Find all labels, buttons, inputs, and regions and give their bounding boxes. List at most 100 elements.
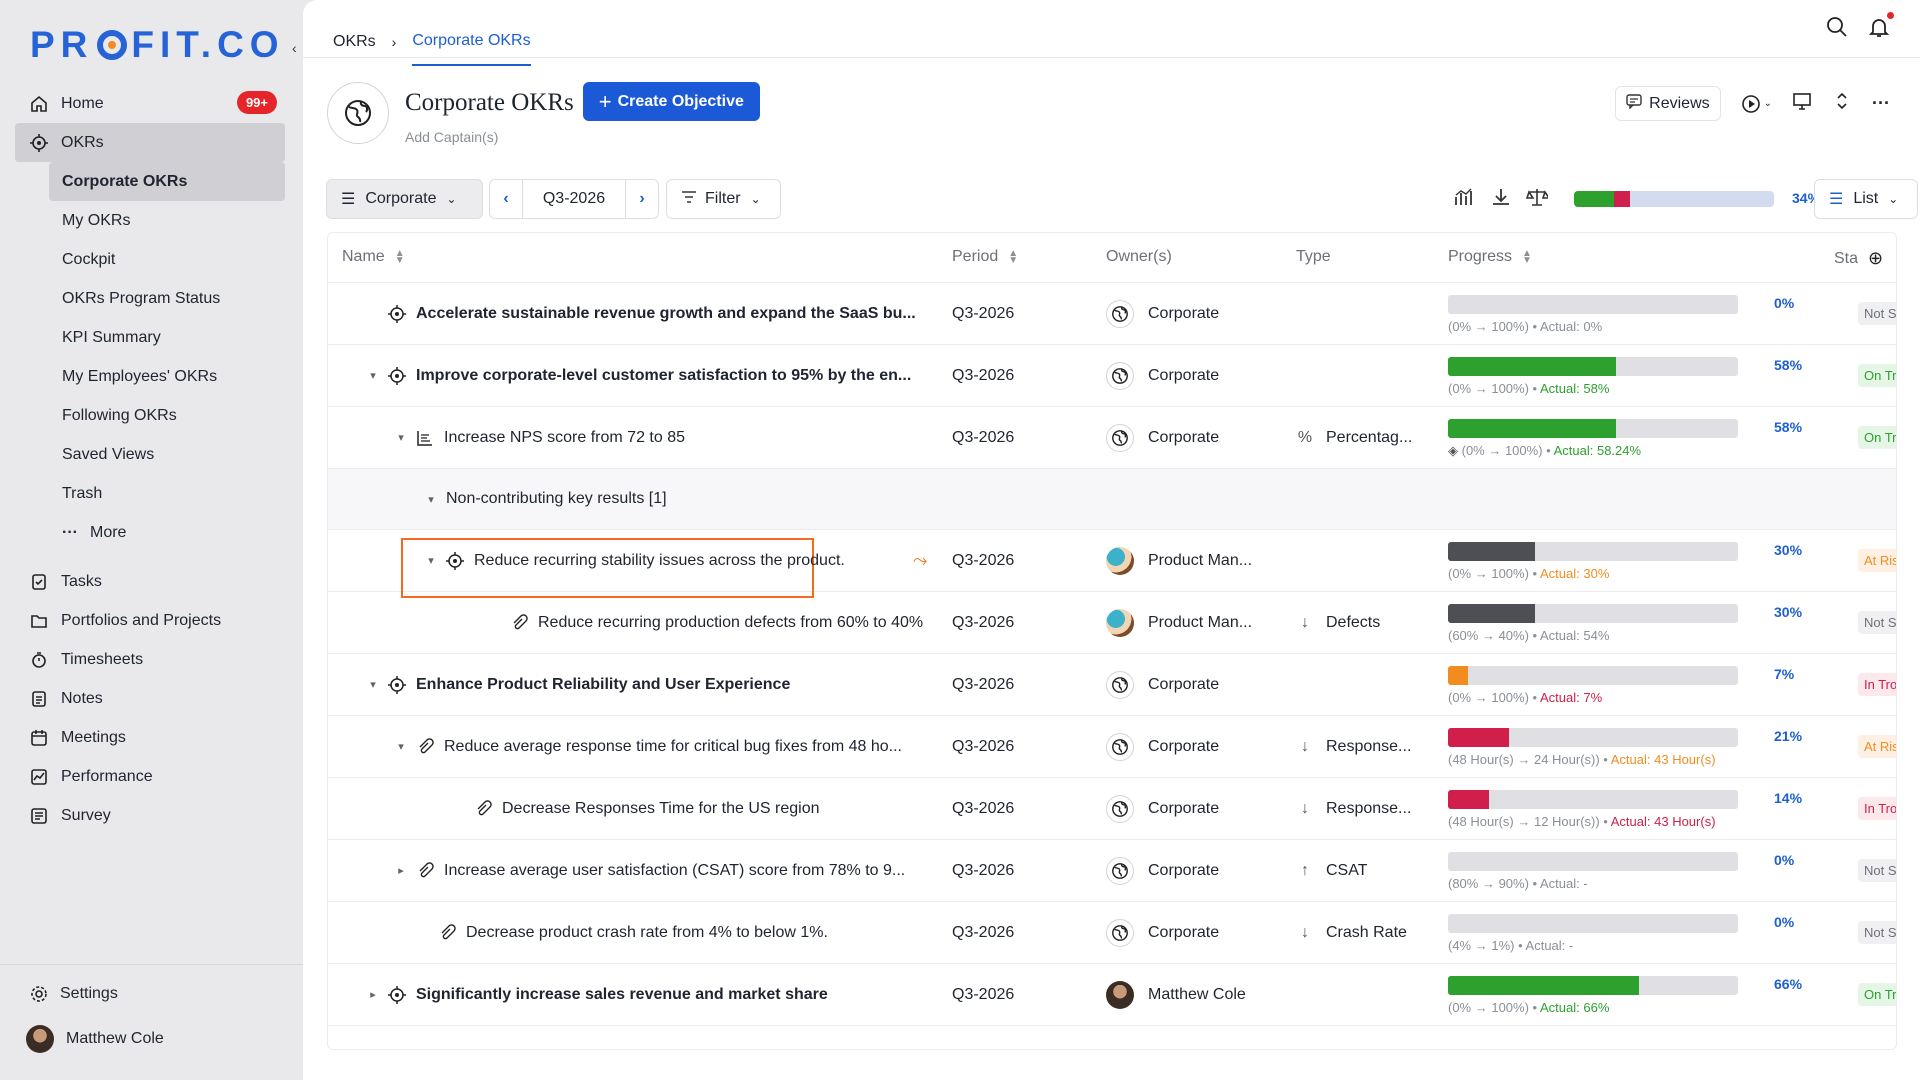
analytics-icon[interactable] bbox=[1454, 187, 1476, 212]
progress-cell[interactable]: 0% (80% → 90%) • Actual: - bbox=[1448, 852, 1794, 892]
okr-name[interactable]: Significantly increase sales revenue and… bbox=[416, 986, 828, 1004]
sidebar-item-okrs-program-status[interactable]: OKRs Program Status bbox=[49, 279, 285, 318]
okr-owner[interactable]: Corporate bbox=[1148, 367, 1219, 385]
sidebar-item-tasks[interactable]: Tasks bbox=[15, 562, 285, 601]
column-header-progress[interactable]: Progress ▲ ▼ bbox=[1448, 248, 1532, 266]
user-profile[interactable]: Matthew Cole bbox=[26, 1025, 164, 1053]
okr-name[interactable]: Accelerate sustainable revenue growth an… bbox=[416, 305, 916, 323]
add-column-icon[interactable]: ⊕ bbox=[1868, 248, 1883, 269]
sidebar-item-okrs[interactable]: OKRs bbox=[15, 123, 285, 162]
profit-co-logo[interactable]: PR FIT.CO bbox=[30, 24, 285, 66]
table-row[interactable]: Reduce recurring production defects from… bbox=[328, 592, 1896, 654]
okr-owner[interactable]: Corporate bbox=[1148, 924, 1219, 942]
sidebar-item-my-okrs[interactable]: My OKRs bbox=[49, 201, 285, 240]
table-row[interactable]: Accelerate sustainable revenue growth an… bbox=[328, 283, 1896, 345]
chevron-down-icon[interactable]: ▾ bbox=[424, 493, 438, 506]
download-icon[interactable] bbox=[1490, 187, 1512, 212]
presentation-icon[interactable] bbox=[1792, 91, 1812, 116]
column-header-period[interactable]: Period ▲ ▼ bbox=[952, 248, 1018, 266]
okr-name[interactable]: Decrease product crash rate from 4% to b… bbox=[466, 924, 828, 942]
progress-cell[interactable]: 21% (48 Hour(s) → 24 Hour(s)) • Actual: … bbox=[1448, 728, 1802, 768]
create-objective-button[interactable]: + Create Objective bbox=[582, 82, 760, 121]
prev-period-button[interactable]: ‹ bbox=[490, 190, 522, 208]
okr-owner[interactable]: Corporate bbox=[1148, 800, 1219, 818]
settings-link[interactable]: Settings bbox=[30, 985, 118, 1003]
table-row[interactable]: ▸ Increase average user satisfaction (CS… bbox=[328, 840, 1896, 902]
table-row-section[interactable]: ▾ Non-contributing key results [1] bbox=[328, 469, 1896, 530]
okr-owner[interactable]: Corporate bbox=[1148, 429, 1219, 447]
status-badge[interactable]: Not Sta bbox=[1858, 302, 1896, 325]
table-row[interactable]: ⤳ ▾ Reduce recurring stability issues ac… bbox=[328, 530, 1896, 598]
chevron-down-icon[interactable]: ▾ bbox=[394, 740, 408, 753]
reviews-button[interactable]: Reviews bbox=[1615, 86, 1721, 121]
sidebar-item-saved-views[interactable]: Saved Views bbox=[49, 435, 285, 474]
progress-cell[interactable]: 14% (48 Hour(s) → 12 Hour(s)) • Actual: … bbox=[1448, 790, 1802, 830]
progress-cell[interactable]: 58% (0% → 100%) • Actual: 58% bbox=[1448, 357, 1802, 397]
table-row[interactable]: Decrease product crash rate from 4% to b… bbox=[328, 902, 1896, 964]
progress-cell[interactable]: 30% (0% → 100%) • Actual: 30% bbox=[1448, 542, 1802, 582]
sidebar-item-survey[interactable]: Survey bbox=[15, 796, 285, 835]
status-badge[interactable]: At Risk bbox=[1858, 549, 1896, 572]
progress-cell[interactable]: 7% (0% → 100%) • Actual: 7% bbox=[1448, 666, 1794, 706]
breadcrumb-corporate-okrs[interactable]: Corporate OKRs bbox=[412, 32, 531, 66]
sidebar-item-kpi-summary[interactable]: KPI Summary bbox=[49, 318, 285, 357]
column-header-name[interactable]: Name ▲ ▼ bbox=[342, 248, 405, 266]
expand-collapse-icon[interactable] bbox=[1832, 91, 1852, 116]
okr-owner[interactable]: Corporate bbox=[1148, 676, 1219, 694]
sidebar-item-my-employees-okrs[interactable]: My Employees' OKRs bbox=[49, 357, 285, 396]
okr-owner[interactable]: Corporate bbox=[1148, 738, 1219, 756]
chevron-right-icon[interactable]: ▸ bbox=[394, 864, 408, 877]
status-badge[interactable]: Not Sta bbox=[1858, 921, 1896, 944]
sidebar-item-portfolios[interactable]: Portfolios and Projects bbox=[15, 601, 285, 640]
scope-dropdown[interactable]: ☰ Corporate ⌄ bbox=[326, 179, 483, 219]
chevron-down-icon[interactable]: ▾ bbox=[424, 554, 438, 567]
sidebar-item-home[interactable]: Home 99+ bbox=[15, 84, 285, 123]
more-options-icon[interactable]: ··· bbox=[1872, 93, 1890, 114]
progress-cell[interactable]: 30% (60% → 40%) • Actual: 54% bbox=[1448, 604, 1802, 644]
okr-owner[interactable]: Corporate bbox=[1148, 862, 1219, 880]
status-badge[interactable]: In Troul bbox=[1858, 673, 1896, 696]
chevron-down-icon[interactable]: ▾ bbox=[366, 678, 380, 691]
filter-button[interactable]: Filter ⌄ bbox=[666, 179, 781, 219]
okr-name[interactable]: Enhance Product Reliability and User Exp… bbox=[416, 676, 790, 694]
breadcrumb-okrs[interactable]: OKRs bbox=[333, 33, 376, 51]
table-row[interactable]: ▾ Enhance Product Reliability and User E… bbox=[328, 654, 1896, 716]
sidebar-item-notes[interactable]: Notes bbox=[15, 679, 285, 718]
table-row[interactable]: Decrease Responses Time for the US regio… bbox=[328, 778, 1896, 840]
table-row[interactable]: ▾ Improve corporate-level customer satis… bbox=[328, 345, 1896, 407]
chevron-down-icon[interactable]: ▾ bbox=[394, 431, 408, 444]
status-badge[interactable]: Not Sta bbox=[1858, 859, 1896, 882]
okr-name[interactable]: Reduce recurring production defects from… bbox=[538, 614, 923, 632]
next-period-button[interactable]: › bbox=[626, 190, 658, 208]
table-row[interactable]: ▾ Increase NPS score from 72 to 85 Q3-20… bbox=[328, 407, 1896, 469]
okr-name[interactable]: Improve corporate-level customer satisfa… bbox=[416, 367, 911, 385]
sidebar-item-meetings[interactable]: Meetings bbox=[15, 718, 285, 757]
status-badge[interactable]: On Trac bbox=[1858, 983, 1896, 1006]
bell-icon[interactable] bbox=[1868, 12, 1894, 43]
status-badge[interactable]: In Troul bbox=[1858, 797, 1896, 820]
table-row[interactable]: ▸ Significantly increase sales revenue a… bbox=[328, 964, 1896, 1026]
okr-owner[interactable]: Product Man... bbox=[1148, 552, 1252, 570]
progress-cell[interactable]: 58% ◈ (0% → 100%) • Actual: 58.24% bbox=[1448, 419, 1802, 459]
add-captain-link[interactable]: Add Captain(s) bbox=[405, 129, 760, 145]
sidebar-item-cockpit[interactable]: Cockpit bbox=[49, 240, 285, 279]
status-badge[interactable]: Not Sta bbox=[1858, 611, 1896, 634]
sidebar-item-following-okrs[interactable]: Following OKRs bbox=[49, 396, 285, 435]
okr-name[interactable]: Reduce average response time for critica… bbox=[444, 738, 902, 756]
sidebar-item-timesheets[interactable]: Timesheets bbox=[15, 640, 285, 679]
table-row[interactable]: ▾ Reduce average response time for criti… bbox=[328, 716, 1896, 778]
sidebar-item-performance[interactable]: Performance bbox=[15, 757, 285, 796]
chevron-right-icon[interactable]: ▸ bbox=[366, 988, 380, 1001]
status-badge[interactable]: On Trac bbox=[1858, 364, 1896, 387]
balance-scale-icon[interactable] bbox=[1525, 187, 1551, 212]
okr-name[interactable]: Increase average user satisfaction (CSAT… bbox=[444, 862, 905, 880]
okr-name[interactable]: Decrease Responses Time for the US regio… bbox=[502, 800, 819, 818]
view-dropdown[interactable]: ☰ List ⌄ bbox=[1814, 179, 1918, 219]
play-icon[interactable]: ⌄ bbox=[1741, 94, 1772, 114]
chevron-down-icon[interactable]: ▾ bbox=[366, 369, 380, 382]
okr-owner[interactable]: Matthew Cole bbox=[1148, 986, 1246, 1004]
okr-name[interactable]: Reduce recurring stability issues across… bbox=[474, 552, 845, 570]
sidebar-item-trash[interactable]: Trash bbox=[49, 474, 285, 513]
sidebar-item-corporate-okrs[interactable]: Corporate OKRs bbox=[49, 162, 285, 201]
progress-cell[interactable]: 0% (4% → 1%) • Actual: - bbox=[1448, 914, 1794, 954]
